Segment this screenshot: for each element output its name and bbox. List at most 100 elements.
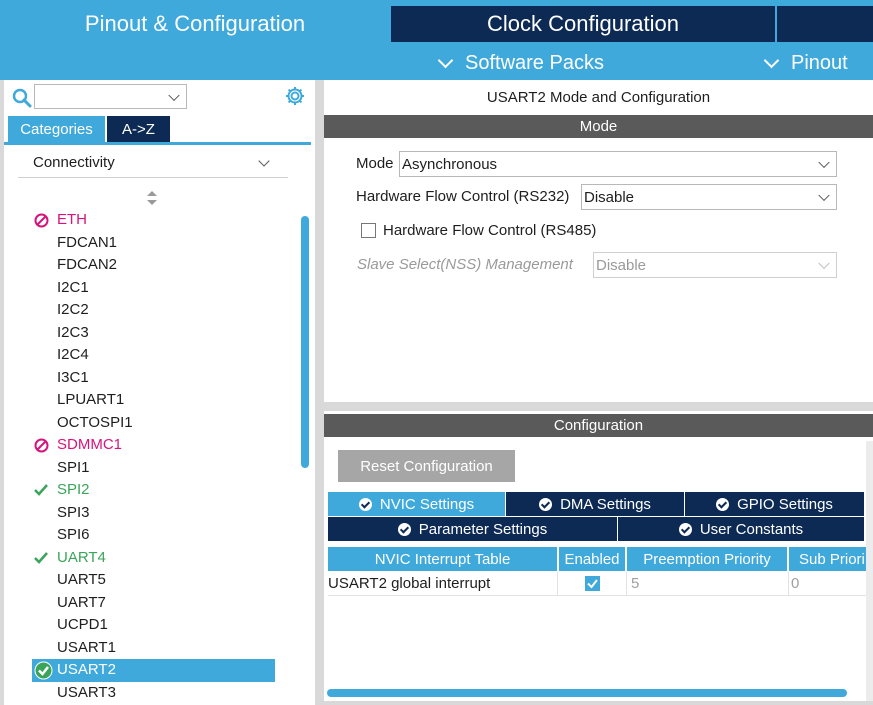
list-item-label: I2C1: [57, 278, 89, 296]
list-item-i2c3[interactable]: I2C3: [32, 322, 275, 345]
list-item-octospi1[interactable]: OCTOSPI1: [32, 412, 275, 435]
tab-categories[interactable]: Categories: [8, 116, 105, 142]
sort-icon[interactable]: [146, 191, 158, 205]
list-item-spi3[interactable]: SPI3: [32, 502, 275, 525]
list-item-spi2[interactable]: SPI2: [32, 479, 275, 502]
list-item-usart1[interactable]: USART1: [32, 637, 275, 660]
table-cell-enabled: [558, 572, 627, 596]
tab-nvic-settings[interactable]: NVIC Settings: [328, 492, 505, 516]
enabled-checkbox[interactable]: [584, 576, 600, 591]
list-item-label: I3C1: [57, 368, 89, 386]
chevron-down-icon: [763, 52, 780, 68]
check-circle-icon: [397, 522, 411, 536]
nss-management-label: Slave Select(NSS) Management: [357, 256, 573, 273]
list-item-label: LPUART1: [57, 391, 125, 408]
search-icon[interactable]: [12, 88, 32, 108]
check-circle-icon: [34, 661, 53, 680]
gear-icon[interactable]: [284, 85, 306, 107]
list-item-spi6[interactable]: SPI6: [32, 524, 275, 547]
mode-select[interactable]: Asynchronous: [399, 151, 837, 177]
list-item-eth[interactable]: ETH: [32, 209, 275, 232]
tab-nvic-settings-label: NVIC Settings: [379, 495, 475, 513]
list-item-label: SPI1: [57, 458, 90, 476]
check-icon: [586, 579, 598, 589]
sidebar-scrollbar[interactable]: [301, 216, 309, 468]
section-splitter[interactable]: [324, 402, 873, 411]
interrupt-name: USART2 global interrupt: [328, 575, 491, 592]
mode-label: Mode: [356, 155, 394, 172]
list-item-i3c1[interactable]: I3C1: [32, 367, 275, 390]
list-item-lpuart1[interactable]: LPUART1: [32, 389, 275, 412]
list-item-label: UART7: [57, 593, 106, 611]
disabled-icon: [34, 438, 49, 453]
list-item-label: USART3: [57, 683, 116, 701]
tab-parameter-settings[interactable]: Parameter Settings: [328, 517, 617, 541]
hw-flow-rs232-label: Hardware Flow Control (RS232): [356, 188, 570, 205]
list-item-label: USART1: [57, 638, 116, 656]
tab-overflow[interactable]: [777, 6, 873, 42]
column-header-sub-priority[interactable]: Sub Priori: [789, 547, 868, 571]
list-item-fdcan2[interactable]: FDCAN2: [32, 254, 275, 277]
table-cell-sub-priority[interactable]: 0: [789, 572, 868, 596]
column-header-enabled[interactable]: Enabled: [559, 547, 625, 571]
list-item-uart5[interactable]: UART5: [32, 569, 275, 592]
tab-parameter-settings-label: Parameter Settings: [418, 520, 548, 538]
hw-flow-rs232-select[interactable]: Disable: [581, 184, 837, 210]
search-input[interactable]: [34, 84, 187, 109]
pinout-menu[interactable]: Pinout: [763, 48, 848, 78]
category-label: Connectivity: [33, 154, 115, 171]
list-item-label: SPI2: [57, 481, 90, 498]
table-cell-name: USART2 global interrupt: [328, 572, 558, 596]
list-item-uart4[interactable]: UART4: [32, 547, 275, 570]
chevron-down-icon: [258, 155, 270, 167]
list-item-spi1[interactable]: SPI1: [32, 457, 275, 480]
check-icon: [34, 551, 48, 564]
sub-priority-value: 0: [791, 575, 800, 592]
list-item-label: I2C2: [57, 301, 89, 318]
list-item-label: SPI6: [57, 526, 90, 543]
hw-flow-rs485-checkbox[interactable]: [361, 223, 376, 238]
list-item-label: I2C3: [57, 323, 89, 341]
pinout-menu-label: Pinout: [791, 51, 848, 74]
nss-management-select[interactable]: Disable: [593, 252, 837, 278]
software-packs-menu[interactable]: Software Packs: [437, 48, 604, 78]
page-title: USART2 Mode and Configuration: [324, 84, 873, 110]
column-header-preemption-priority[interactable]: Preemption Priority: [627, 547, 787, 571]
table-horizontal-scrollbar[interactable]: [327, 689, 847, 697]
list-item-sdmmc1[interactable]: SDMMC1: [32, 434, 275, 457]
list-item-label: FDCAN1: [57, 233, 118, 251]
list-item-uart7[interactable]: UART7: [32, 592, 275, 615]
table-cell-preemption[interactable]: 5: [627, 572, 789, 596]
list-item-usart3[interactable]: USART3: [32, 682, 275, 705]
tab-gpio-settings[interactable]: GPIO Settings: [685, 492, 864, 516]
list-item-i2c4[interactable]: I2C4: [32, 344, 275, 367]
tab-user-constants[interactable]: User Constants: [618, 517, 864, 541]
list-item-label: ETH: [57, 211, 87, 228]
list-item-usart2[interactable]: USART2: [32, 659, 275, 682]
nss-management-value: Disable: [596, 256, 647, 274]
list-item-fdcan1[interactable]: FDCAN1: [32, 232, 275, 255]
hw-flow-rs485-label: Hardware Flow Control (RS485): [383, 222, 597, 239]
list-item-label: UART4: [57, 548, 106, 566]
list-item-label: OCTOSPI1: [57, 413, 133, 431]
tab-a-z-label: A->Z: [122, 120, 155, 138]
tab-pinout-configuration[interactable]: Pinout & Configuration: [0, 6, 390, 42]
tab-a-z[interactable]: A->Z: [107, 116, 170, 142]
chevron-down-icon: [818, 189, 830, 202]
tab-dma-settings[interactable]: DMA Settings: [506, 492, 684, 516]
sidebar: Categories A->Z Connectivity ETH FDCAN1 …: [4, 80, 315, 705]
list-item-i2c1[interactable]: I2C1: [32, 277, 275, 300]
panel-divider[interactable]: [315, 80, 324, 705]
tab-clock-configuration[interactable]: Clock Configuration: [391, 6, 775, 42]
disabled-icon: [34, 213, 49, 228]
list-item-label: UCPD1: [57, 616, 108, 633]
bottom-border: [319, 701, 873, 705]
check-circle-icon: [716, 497, 730, 511]
list-item-ucpd1[interactable]: UCPD1: [32, 614, 275, 637]
column-header-nvic-interrupt-table[interactable]: NVIC Interrupt Table: [328, 547, 557, 571]
list-item-i2c2[interactable]: I2C2: [32, 299, 275, 322]
table-row[interactable]: USART2 global interrupt 5 0: [328, 572, 868, 596]
category-dropdown[interactable]: Connectivity: [18, 148, 288, 178]
list-item-label: SDMMC1: [57, 436, 123, 453]
reset-configuration-button[interactable]: Reset Configuration: [338, 450, 515, 482]
